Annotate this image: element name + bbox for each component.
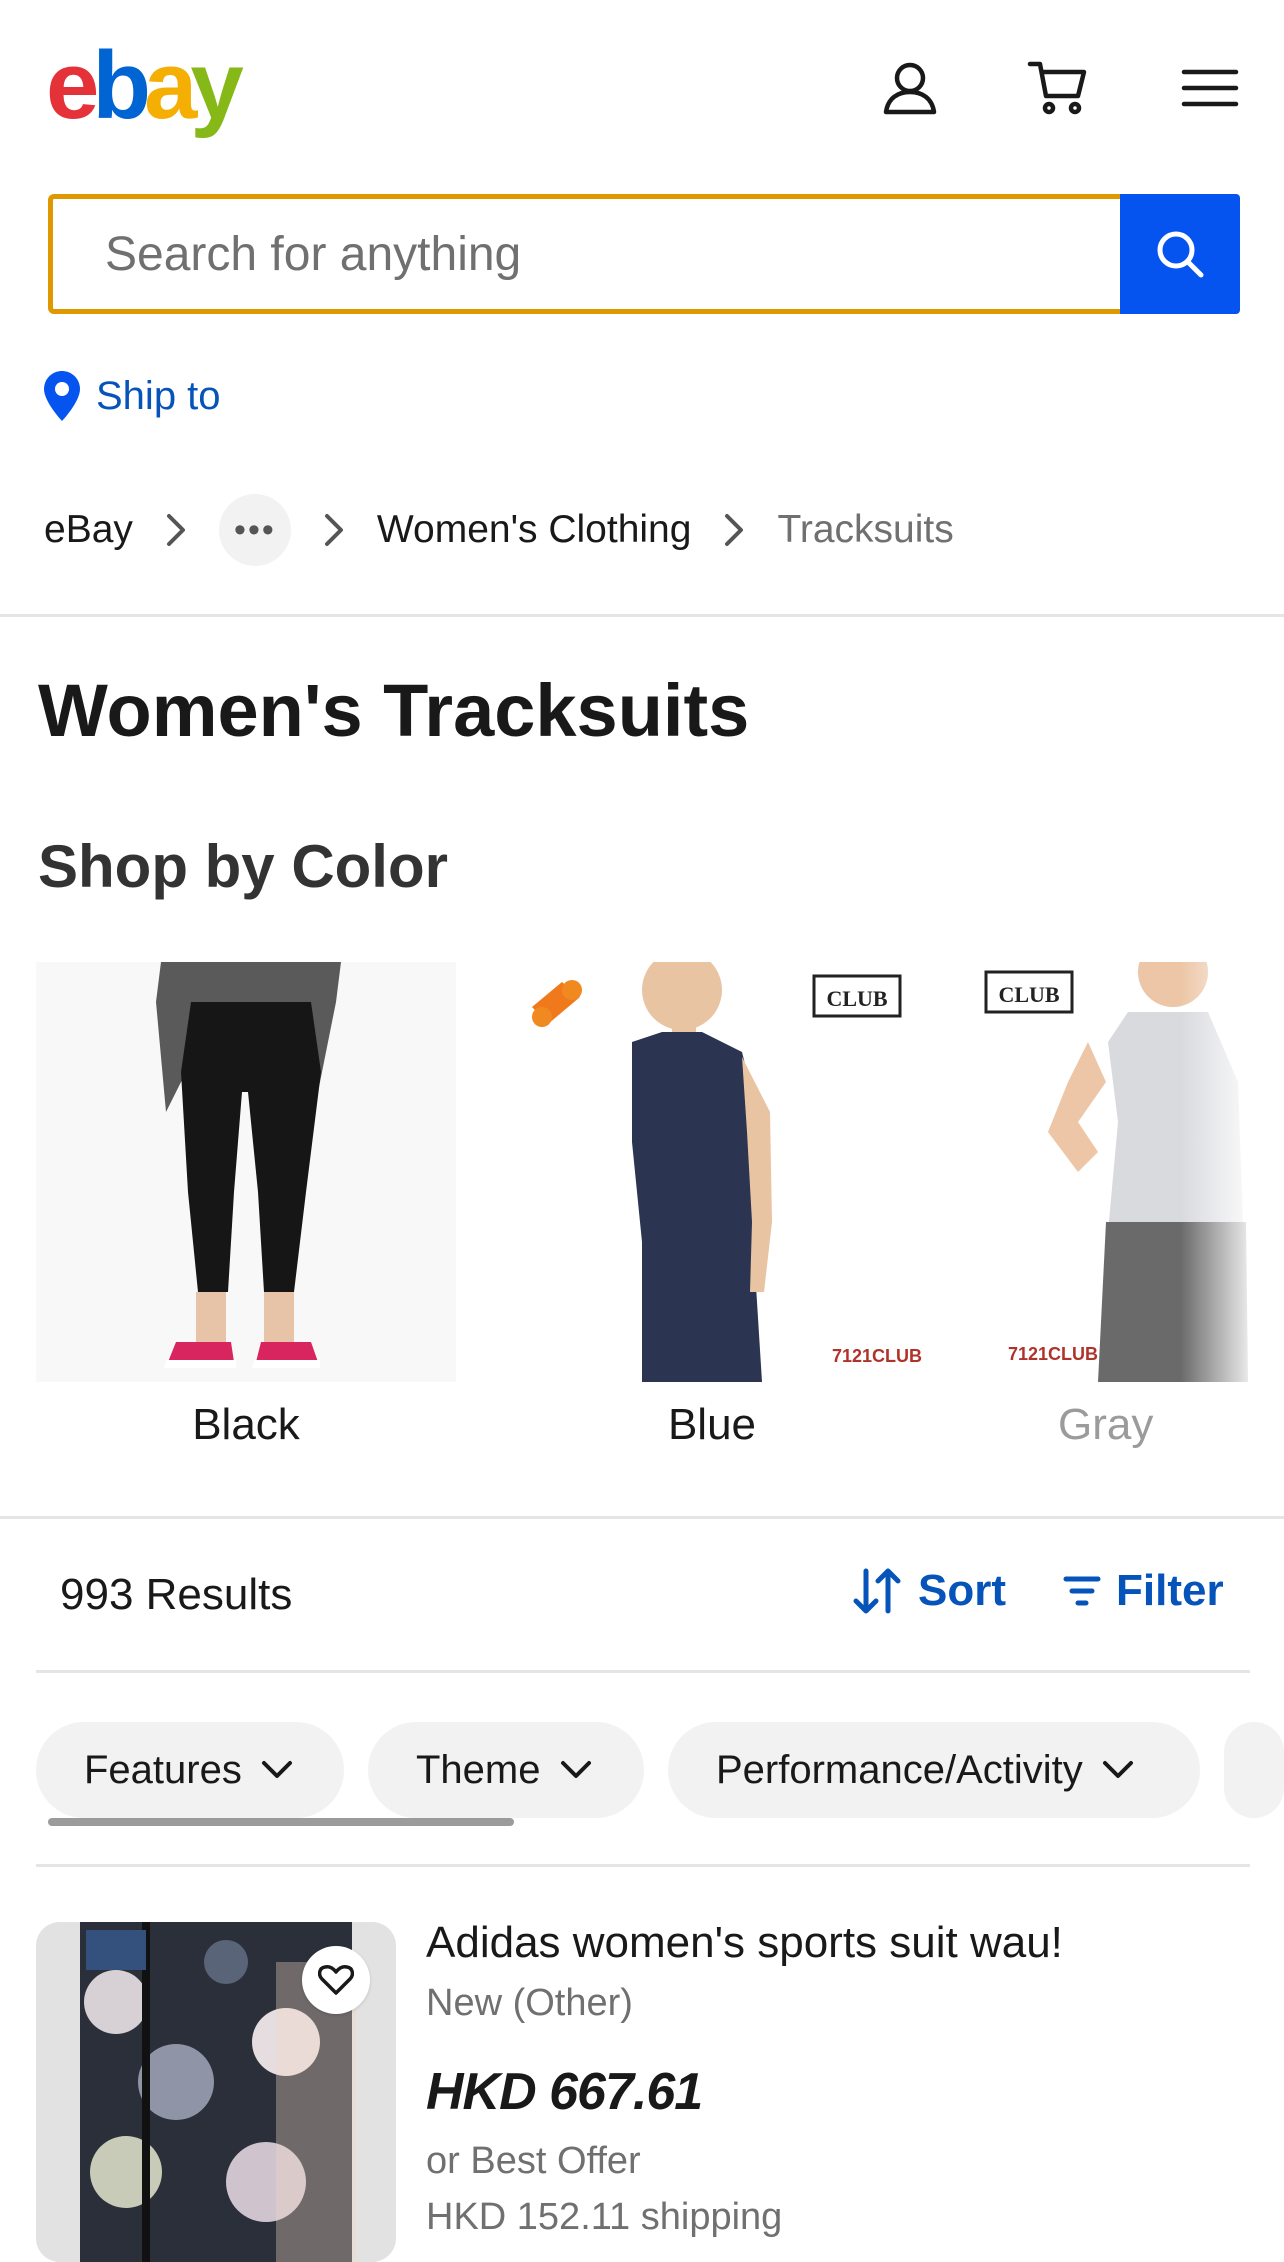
heart-icon (318, 1965, 354, 1995)
chip-label: Theme (416, 1747, 541, 1792)
search-button[interactable] (1120, 194, 1240, 314)
svg-text:7121CLUB: 7121CLUB (832, 1346, 922, 1366)
location-pin-icon (44, 371, 80, 421)
filter-button[interactable]: Filter (1062, 1566, 1224, 1616)
sort-icon (853, 1568, 901, 1614)
divider (36, 1864, 1250, 1867)
chip-theme[interactable]: Theme (368, 1722, 644, 1818)
color-label-gray: Gray (1058, 1400, 1154, 1449)
chip-partial[interactable] (1224, 1722, 1284, 1818)
chevron-down-icon (261, 1761, 292, 1778)
sort-button[interactable]: Sort (850, 1566, 1006, 1616)
watch-heart-button[interactable] (302, 1946, 370, 2014)
search-input[interactable] (105, 199, 1105, 309)
breadcrumb: eBay ••• Women's Clothing Tracksuits (44, 494, 954, 566)
listing-price: HKD 667.61 (426, 2063, 703, 2121)
logo-letter-a: a (144, 32, 197, 139)
color-tile-black[interactable] (36, 962, 456, 1382)
color-tile-blue[interactable]: CLUB 7121CLUB (502, 962, 922, 1382)
color-label-blue: Blue (667, 1400, 757, 1449)
chevron-down-icon (1102, 1761, 1133, 1778)
account-icon[interactable] (874, 52, 946, 124)
chip-features[interactable]: Features (36, 1722, 344, 1818)
divider (0, 614, 1284, 617)
chip-label: Performance/Activity (716, 1747, 1083, 1792)
chips-scrollbar[interactable] (48, 1818, 514, 1826)
chip-performance-activity[interactable]: Performance/Activity (668, 1722, 1200, 1818)
ship-to-link[interactable]: Ship to (44, 366, 221, 426)
shop-by-color-heading: Shop by Color (38, 833, 448, 900)
results-count: 993 Results (60, 1570, 293, 1619)
more-icon[interactable]: ••• (218, 494, 291, 566)
logo-letter-b: b (92, 32, 151, 139)
cart-icon[interactable] (1022, 52, 1094, 124)
ship-to-label: Ship to (96, 373, 221, 418)
logo-letter-e: e (46, 32, 99, 139)
chevron-right-icon (723, 512, 745, 548)
listing-condition: New (Other) (426, 1982, 633, 2024)
chevron-down-icon (560, 1761, 591, 1778)
color-tile-gray[interactable]: CLUB 7121CLUB (978, 962, 1248, 1382)
logo-letter-y: y (190, 32, 243, 139)
listing-best-offer: or Best Offer (426, 2140, 641, 2182)
black-pants-image (36, 962, 456, 1382)
chevron-right-icon (323, 512, 345, 548)
color-label-black: Black (192, 1400, 300, 1449)
divider (0, 1516, 1284, 1519)
filter-icon (1063, 1576, 1101, 1606)
filter-label: Filter (1116, 1566, 1224, 1615)
chip-label: Features (84, 1747, 242, 1792)
chevron-right-icon (165, 512, 187, 548)
breadcrumb-womens-clothing[interactable]: Women's Clothing (377, 508, 692, 552)
page-title: Women's Tracksuits (38, 669, 750, 752)
listing-title[interactable]: Adidas women's sports suit wau! (426, 1918, 1063, 1968)
sort-label: Sort (918, 1566, 1006, 1615)
listing-shipping: HKD 152.11 shipping (426, 2196, 783, 2238)
gray-tank-image: CLUB 7121CLUB (978, 962, 1248, 1382)
breadcrumb-ebay[interactable]: eBay (44, 508, 133, 552)
divider (36, 1670, 1250, 1673)
search-icon (1157, 231, 1204, 278)
ebay-logo[interactable]: ebay (46, 32, 244, 139)
breadcrumb-tracksuits: Tracksuits (777, 508, 954, 551)
svg-text:CLUB: CLUB (826, 986, 887, 1011)
menu-icon[interactable] (1174, 52, 1246, 124)
search-box (48, 194, 1238, 314)
blue-tank-image: CLUB 7121CLUB (502, 962, 922, 1382)
